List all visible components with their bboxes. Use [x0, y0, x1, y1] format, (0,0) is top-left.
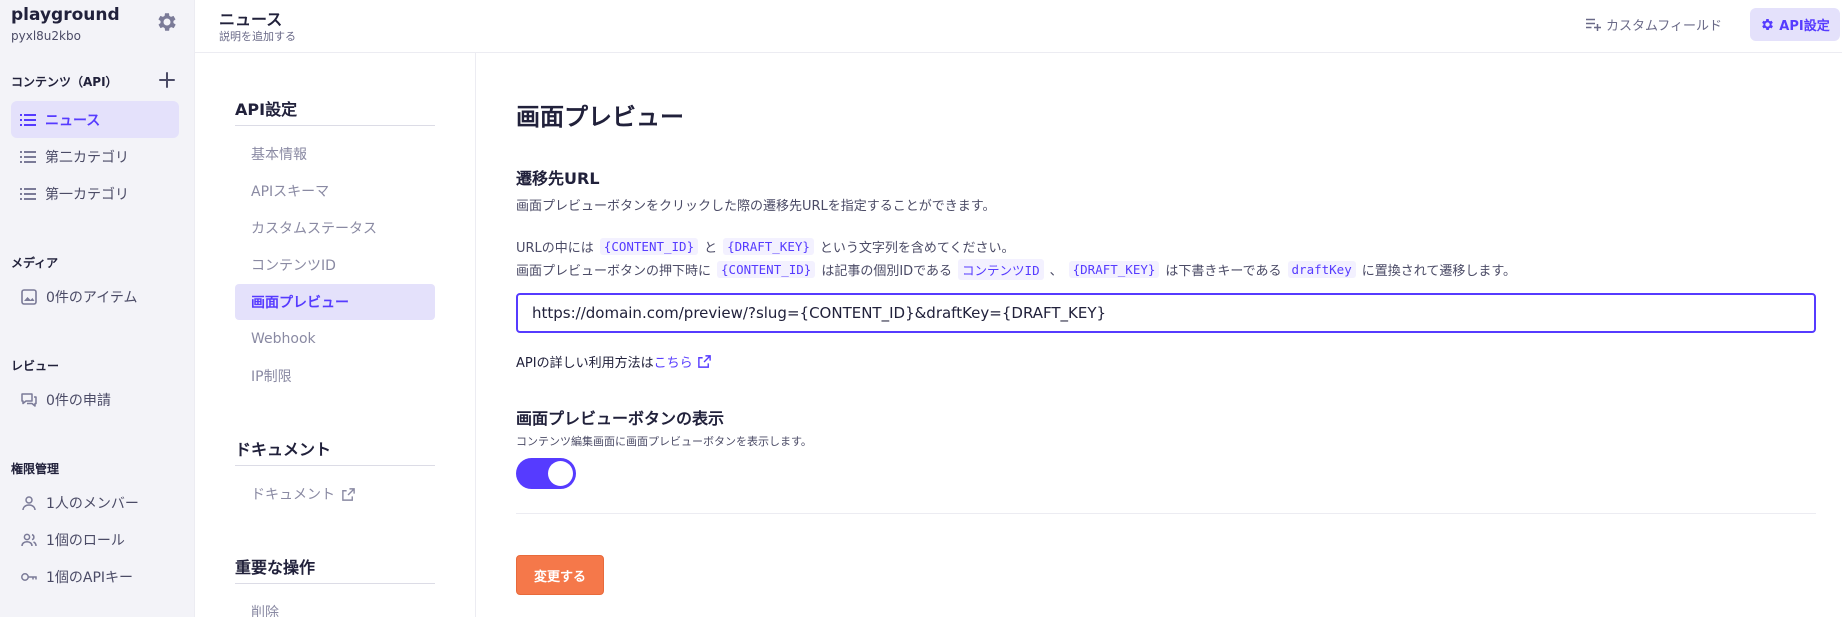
custom-fields-label: カスタムフィールド: [1606, 18, 1722, 34]
toggle-knob: [548, 461, 573, 486]
replacement-note: 画面プレビューボタンの押下時に {CONTENT_ID} は記事の個別IDである…: [516, 259, 1516, 280]
placeholder-note: URLの中には {CONTENT_ID} と {DRAFT_KEY} という文字…: [516, 237, 1015, 256]
submit-button[interactable]: 変更する: [516, 555, 604, 595]
code-tag: {CONTENT_ID}: [717, 261, 816, 278]
code-tag: {CONTENT_ID}: [599, 238, 699, 255]
preview-button-toggle-title: 画面プレビューボタンの表示: [516, 409, 725, 428]
list-icon: [20, 113, 36, 126]
sidebar-item-label: 第二カテゴリ: [45, 149, 129, 166]
sidebar-item-label: 1個のロール: [46, 532, 125, 549]
image-icon: [21, 288, 37, 305]
note-text: は記事の個別IDである: [821, 264, 953, 279]
sidebar-item-label: 第一カテゴリ: [45, 186, 129, 203]
list-icon: [20, 150, 36, 163]
note-text: URLの中には: [516, 241, 594, 256]
main-content: 画面プレビュー 遷移先URL 画面プレビューボタンをクリックした際の遷移先URL…: [476, 53, 1842, 617]
menu-item-ip-restriction[interactable]: IP制限: [235, 358, 435, 394]
plus-icon[interactable]: [156, 69, 178, 91]
help-link-label: こちら: [653, 356, 693, 371]
sidebar-item-media[interactable]: 0件のアイテム: [11, 278, 179, 315]
people-icon: [21, 533, 37, 546]
menu-item-content-id[interactable]: コンテンツID: [235, 247, 435, 283]
menu-item-delete[interactable]: 削除: [235, 594, 435, 617]
danger-zone-heading: 重要な操作: [235, 558, 316, 577]
api-help-link[interactable]: こちら: [654, 352, 712, 371]
page-heading: ニュース: [219, 10, 283, 29]
code-tag: {DRAFT_KEY}: [723, 238, 814, 255]
sidebar-item-label: ニュース: [45, 112, 101, 129]
list-icon: [20, 187, 36, 200]
sidebar-item-first-category[interactable]: 第一カテゴリ: [11, 175, 179, 212]
menu-item-api-schema[interactable]: APIスキーマ: [235, 173, 435, 209]
sidebar-item-label: 1人のメンバー: [46, 495, 139, 512]
code-tag: {DRAFT_KEY}: [1068, 261, 1160, 278]
review-section-label: レビュー: [11, 359, 60, 373]
sidebar: playground pyxl8u2kbo コンテンツ（API） ニュース 第二…: [0, 0, 195, 617]
playlist-add-icon: [1586, 18, 1601, 31]
sidebar-item-members[interactable]: 1人のメンバー: [11, 484, 179, 521]
external-link-icon: [342, 487, 355, 501]
sidebar-item-second-category[interactable]: 第二カテゴリ: [11, 138, 179, 175]
settings-menu: API設定 基本情報 APIスキーマ カスタムステータス コンテンツID 画面プ…: [195, 53, 476, 617]
sidebar-item-review[interactable]: 0件の申請: [11, 381, 179, 418]
menu-item-basic-info[interactable]: 基本情報: [235, 136, 435, 172]
documents-heading: ドキュメント: [235, 440, 332, 459]
preview-button-toggle-description: コンテンツ編集画面に画面プレビューボタンを表示します。: [516, 435, 812, 448]
note-text: は下書きキーである: [1165, 264, 1282, 279]
sidebar-item-label: 1個のAPIキー: [46, 569, 134, 586]
redirect-url-input[interactable]: [516, 293, 1816, 333]
contents-section-label: コンテンツ（API）: [11, 75, 118, 89]
redirect-url-title: 遷移先URL: [516, 169, 600, 188]
gear-icon[interactable]: [155, 10, 179, 34]
api-settings-button[interactable]: API設定: [1750, 8, 1840, 41]
divider: [235, 465, 435, 466]
sidebar-item-api-keys[interactable]: 1個のAPIキー: [11, 558, 179, 595]
divider: [516, 513, 1816, 514]
redirect-url-description: 画面プレビューボタンをクリックした際の遷移先URLを指定することができます。: [516, 199, 996, 214]
code-tag: draftKey: [1287, 261, 1356, 278]
service-id: pyxl8u2kbo: [11, 29, 81, 43]
person-icon: [22, 495, 36, 510]
api-settings-heading: API設定: [235, 100, 298, 119]
permissions-section-label: 権限管理: [11, 462, 60, 476]
external-link-icon: [697, 355, 711, 368]
add-description-link[interactable]: 説明を追加する: [219, 28, 296, 44]
sidebar-item-label: 0件のアイテム: [46, 289, 138, 306]
api-settings-label: API設定: [1779, 19, 1830, 34]
note-text: 、: [1049, 264, 1063, 279]
note-text: と: [704, 241, 718, 256]
help-text: APIの詳しい利用方法は: [516, 356, 654, 371]
chat-icon: [21, 392, 37, 407]
menu-item-label: ドキュメント: [251, 487, 335, 503]
key-icon: [21, 572, 37, 581]
section-title: 画面プレビュー: [516, 103, 684, 131]
menu-item-webhook[interactable]: Webhook: [235, 321, 435, 357]
divider: [235, 125, 435, 126]
divider: [235, 583, 435, 584]
sidebar-item-news[interactable]: ニュース: [11, 101, 179, 138]
gear-icon: [1762, 19, 1774, 30]
media-section-label: メディア: [11, 256, 59, 270]
service-name[interactable]: playground: [11, 5, 120, 25]
menu-item-documents[interactable]: ドキュメント: [235, 476, 435, 512]
code-tag: コンテンツID: [958, 259, 1044, 280]
note-text: という文字列を含めてください。: [819, 241, 1015, 256]
note-text: に置換されて遷移します。: [1361, 264, 1517, 279]
preview-button-toggle[interactable]: [516, 458, 576, 489]
note-text: 画面プレビューボタンの押下時に: [516, 264, 712, 279]
menu-item-custom-status[interactable]: カスタムステータス: [235, 210, 435, 246]
api-help-line: APIの詳しい利用方法は こちら: [516, 352, 712, 371]
menu-item-screen-preview[interactable]: 画面プレビュー: [235, 284, 435, 320]
sidebar-item-roles[interactable]: 1個のロール: [11, 521, 179, 558]
sidebar-item-label: 0件の申請: [46, 392, 111, 409]
custom-fields-button[interactable]: カスタムフィールド: [1585, 14, 1722, 34]
top-header: ニュース 説明を追加する カスタムフィールド API設定: [195, 0, 1842, 53]
